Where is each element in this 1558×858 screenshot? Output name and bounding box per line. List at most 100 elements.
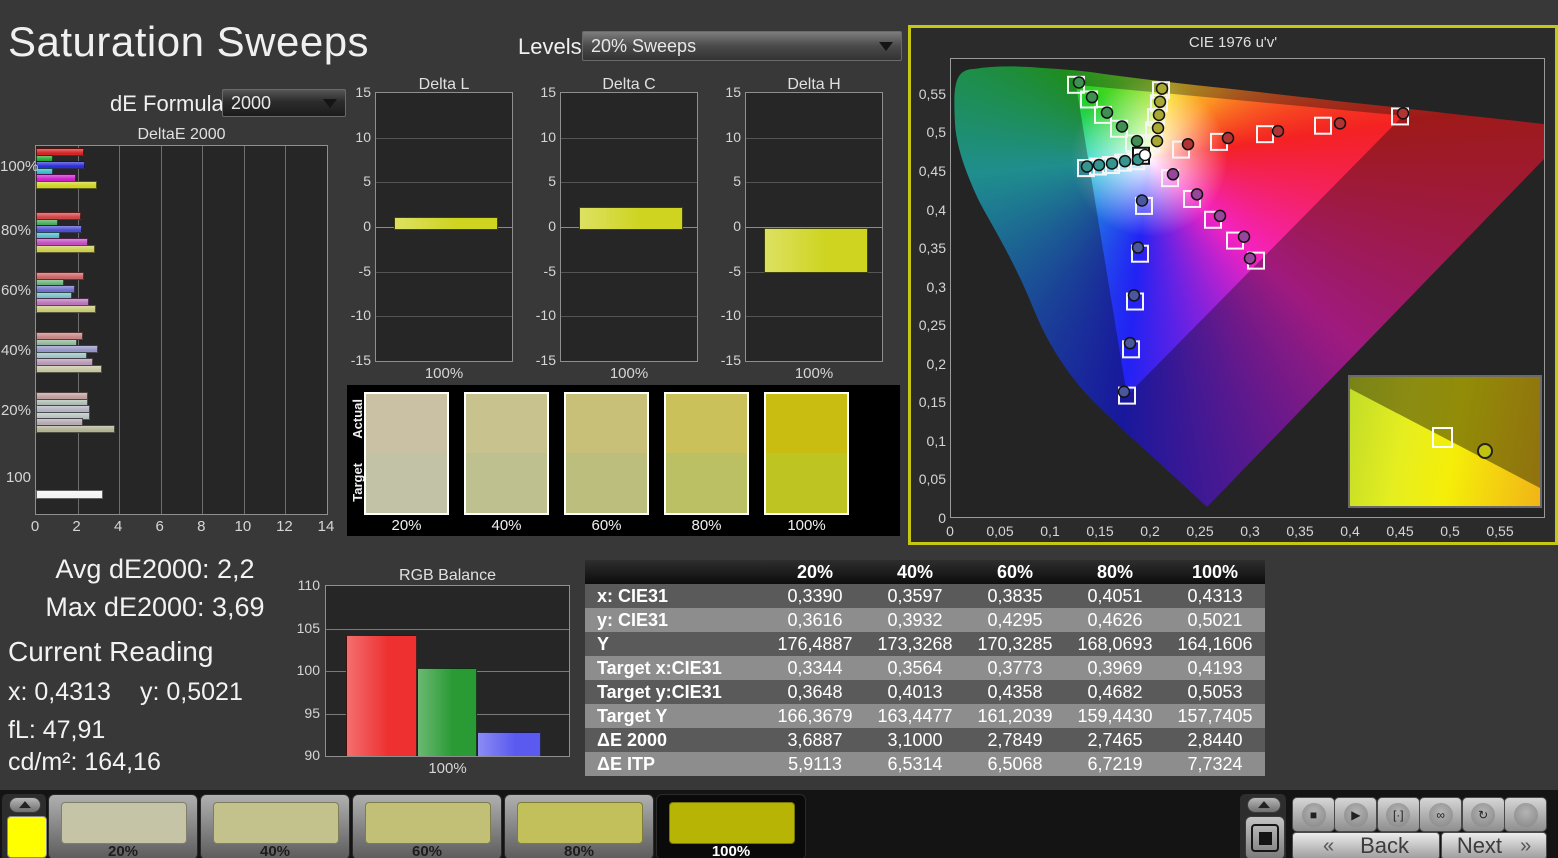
table-cell: 159,4430: [1065, 704, 1165, 728]
table-cell: 2,7849: [965, 728, 1065, 752]
mini-gridline: [746, 316, 882, 318]
play-button[interactable]: ▶: [1334, 797, 1378, 832]
table-row: ΔE 2000 3,6887 3,1000 2,7849 2,7465 2,8440: [585, 728, 1265, 752]
table-row-label: Target x:CIE31: [585, 656, 765, 680]
next-button[interactable]: Next »: [1441, 832, 1547, 858]
mini-gridline: [561, 271, 697, 273]
cie-ytick: 0,4: [926, 201, 946, 218]
avg-de2000: Avg dE2000: 2,2: [55, 554, 255, 584]
de-formula-label: dE Formula:: [110, 91, 230, 116]
refresh-button[interactable]: ↻: [1461, 797, 1505, 832]
table-cell: 0,4626: [1065, 608, 1165, 632]
mini-gridline: [376, 137, 512, 139]
cie-xtick: 0,35: [1286, 523, 1314, 539]
saturation-patch-button-40%[interactable]: 40%: [200, 794, 350, 858]
delta-l-chart: [375, 92, 513, 362]
cie-ytick: 0,3: [926, 278, 946, 295]
inset-target-square: [1432, 426, 1454, 448]
table-cell: 0,3969: [1065, 656, 1165, 680]
cie-zoom-inset: [1348, 375, 1542, 508]
table-row-label: y: CIE31: [585, 608, 765, 632]
mini-ytick: 10: [355, 128, 371, 145]
collapse-up-button[interactable]: [1247, 797, 1281, 813]
delta-l-xlabel: 100%: [424, 365, 464, 382]
table-cell: 157,7405: [1165, 704, 1265, 728]
swatch-cell: [564, 392, 649, 515]
stop-button[interactable]: ■: [1292, 797, 1335, 832]
mini-ytick: -10: [720, 307, 741, 324]
swatch-caption: 40%: [491, 517, 522, 534]
bottom-bar: 20% 40% 60% 80% 100% ■ ▶ [·] ∞ ↻ « Back Next »: [0, 790, 1558, 858]
levels-value: 20% Sweeps: [591, 35, 697, 56]
cie-ytick: 0,05: [918, 471, 946, 488]
table-cell: 0,5021: [1165, 608, 1265, 632]
refresh-icon: ↻: [1471, 802, 1496, 827]
table-row: Target Y 166,3679 163,4477 161,2039 159,4430…: [585, 704, 1265, 728]
cie-ytick: 0,15: [918, 394, 946, 411]
chevron-down-icon: [323, 98, 337, 108]
extra-button[interactable]: [1504, 797, 1547, 832]
mini-gridline: [561, 316, 697, 318]
table-row-label: ΔE 2000: [585, 728, 765, 752]
reading-fl: fL: 47,91: [8, 716, 106, 744]
de-formula-dropdown[interactable]: 2000: [222, 89, 346, 117]
table-cell: 0,3616: [765, 608, 865, 632]
table-cell: 168,0693: [1065, 632, 1165, 656]
deltae-xtick: 2: [72, 518, 81, 535]
actual-target-swatch-panel: Actual Target 20% 40% 60% 80% 100%: [347, 385, 900, 536]
mini-ytick: 15: [355, 84, 371, 100]
saturation-patch-button-80%[interactable]: 80%: [504, 794, 654, 858]
levels-dropdown[interactable]: 20% Sweeps: [582, 31, 902, 61]
rgb-bar-red: [346, 635, 417, 756]
cie-xtick: 0,25: [1186, 523, 1214, 539]
deltae-gridline: [160, 146, 162, 514]
cie-ytick: 0,5: [926, 124, 946, 141]
deltae-group-label: 20%: [0, 402, 31, 419]
mini-gridline: [376, 271, 512, 273]
saturation-patch-button-60%[interactable]: 60%: [352, 794, 502, 858]
back-button[interactable]: « Back: [1292, 832, 1440, 858]
mini-gridline: [561, 182, 697, 184]
measure-button[interactable]: [·]: [1376, 797, 1420, 832]
saturation-patch-button-100%[interactable]: 100%: [656, 794, 806, 858]
rgb-xlabel: 100%: [428, 760, 467, 777]
target-swatch: [666, 453, 747, 513]
current-reading-heading: Current Reading: [8, 636, 214, 667]
table-cell: 0,3390: [765, 584, 865, 608]
mini-ytick: -15: [350, 352, 371, 368]
cie-xtick: 0,2: [1140, 523, 1160, 539]
table-header-row: 20% 40% 60% 80% 100%: [585, 560, 1265, 584]
saturation-patch-button-20%[interactable]: 20%: [48, 794, 198, 858]
collapse-up-button[interactable]: [9, 797, 41, 813]
table-cell: 0,3648: [765, 680, 865, 704]
table-cell: 6,7219: [1065, 752, 1165, 776]
target-swatch: [466, 453, 547, 513]
deltae-group-label: 100: [5, 469, 31, 486]
table-cell: 170,3285: [965, 632, 1065, 656]
back-button-label: Back: [1360, 833, 1410, 858]
rgb-balance-chart: [325, 585, 570, 757]
rgb-ytick: 110: [297, 577, 320, 593]
delta-bar: [579, 207, 683, 230]
delta-bar: [394, 217, 498, 230]
table-row-label: Y: [585, 632, 765, 656]
swatch-caption: 60%: [591, 517, 622, 534]
table-cell: 6,5068: [965, 752, 1065, 776]
table-row: Target x:CIE31 0,3344 0,3564 0,3773 0,3969 0,…: [585, 656, 1265, 680]
continuous-button[interactable]: ∞: [1419, 797, 1463, 832]
table-row: Y 176,4887 173,3268 170,3285 168,0693 164,160…: [585, 632, 1265, 656]
actual-swatch: [366, 394, 447, 453]
table-row-label: x: CIE31: [585, 584, 765, 608]
table-column-header: 40%: [865, 560, 965, 584]
pattern-window-button[interactable]: [1245, 816, 1285, 858]
patch-color-swatch: [669, 802, 795, 844]
mini-ytick: 15: [540, 84, 556, 100]
right-control-panel: [1240, 794, 1286, 858]
mini-gridline: [376, 182, 512, 184]
measurement-table: 20% 40% 60% 80% 100% x: CIE31 0,3390 0,3597 0,3…: [585, 560, 1265, 776]
deltae-xtick: 8: [197, 518, 206, 535]
deltae-xtick: 14: [317, 518, 335, 535]
table-cell: 0,5053: [1165, 680, 1265, 704]
rgb-ytick: 90: [304, 747, 320, 763]
left-swatch-panel: [2, 794, 47, 858]
